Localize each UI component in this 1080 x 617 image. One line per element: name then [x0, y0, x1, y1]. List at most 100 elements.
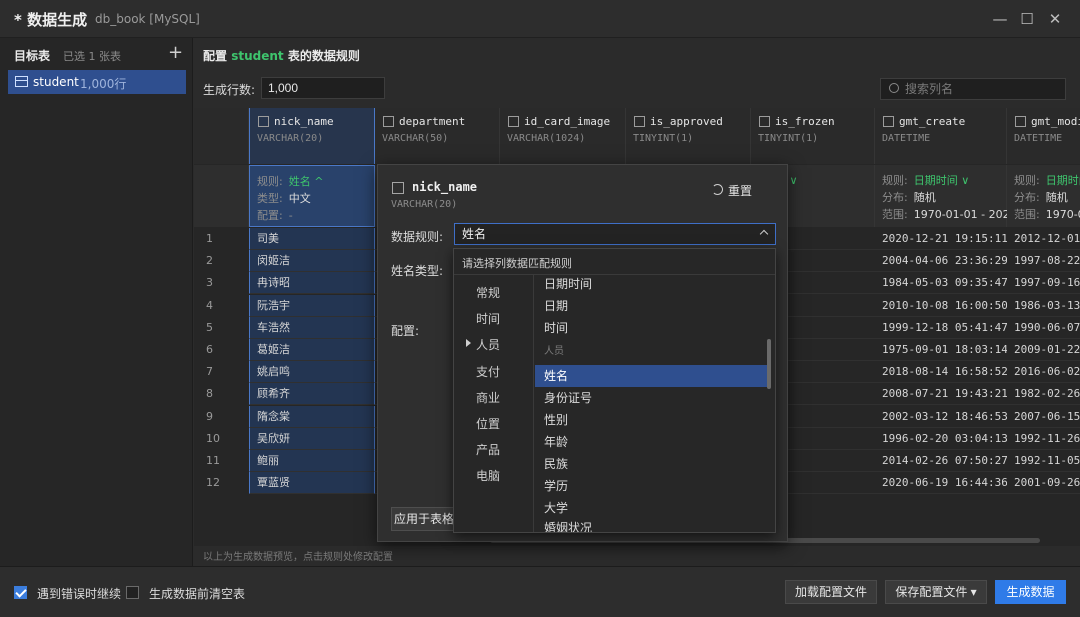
- clear-table-checkbox[interactable]: [126, 586, 139, 599]
- cell-gmt-modi[interactable]: 1992-11-26: [1007, 428, 1080, 450]
- continue-on-error-label: 遇到错误时继续: [37, 587, 122, 601]
- column-header-id-card-image[interactable]: id_card_image VARCHAR(1024): [500, 108, 626, 164]
- target-table-panel: 目标表 已选 1 张表 + student 1,000行: [0, 38, 193, 566]
- cell-gmt-create[interactable]: 1999-12-18 05:41:47: [875, 317, 1007, 339]
- cell-gmt-create[interactable]: 1975-09-01 18:03:14: [875, 339, 1007, 361]
- cell-gmt-modi[interactable]: 2001-09-26: [1007, 472, 1080, 494]
- column-header-nick-name[interactable]: nick_name VARCHAR(20): [249, 108, 375, 164]
- row-number: 1: [206, 232, 213, 245]
- cell-nick-name[interactable]: 姚启鸣: [249, 361, 375, 383]
- rule-option[interactable]: 年龄: [535, 431, 767, 453]
- cell-gmt-create[interactable]: 2020-12-21 19:15:11: [875, 228, 1007, 250]
- apply-to-table-button[interactable]: 应用于表格: [391, 507, 457, 531]
- category-item[interactable]: 产品: [476, 441, 500, 458]
- config-label: 配置:: [391, 324, 420, 338]
- cell-gmt-modi[interactable]: 2012-12-01: [1007, 228, 1080, 250]
- category-item[interactable]: 电脑: [476, 467, 500, 484]
- rule-cell-nick-name[interactable]: 规则: 姓名 ^ 类型: 中文 配置: -: [249, 165, 375, 227]
- rows-input[interactable]: [261, 77, 385, 99]
- cell-gmt-create[interactable]: 2018-08-14 16:58:52: [875, 361, 1007, 383]
- category-item[interactable]: 时间: [476, 310, 500, 327]
- cell-nick-name[interactable]: 吴欣妍: [249, 428, 375, 450]
- cell-nick-name[interactable]: 鲍丽: [249, 450, 375, 472]
- row-number: 12: [206, 476, 220, 489]
- clear-table-label: 生成数据前清空表: [149, 587, 246, 601]
- cell-nick-name[interactable]: 司美: [249, 228, 375, 250]
- cell-gmt-create[interactable]: 2010-10-08 16:00:50: [875, 295, 1007, 317]
- close-icon[interactable]: ✕: [1045, 9, 1065, 29]
- rule-option[interactable]: 日期: [535, 295, 767, 317]
- rule-option[interactable]: 身份证号: [535, 387, 767, 409]
- cell-gmt-modi[interactable]: 1997-08-22: [1007, 250, 1080, 272]
- column-search[interactable]: [880, 78, 1066, 100]
- rule-option[interactable]: 民族: [535, 453, 767, 475]
- cell-gmt-modi[interactable]: 2016-06-02: [1007, 361, 1080, 383]
- rule-option-selected[interactable]: 姓名: [535, 365, 767, 387]
- cell-gmt-create[interactable]: 2020-06-19 16:44:36: [875, 472, 1007, 494]
- dropdown-hint: 请选择列数据匹配规则: [462, 257, 572, 270]
- category-item[interactable]: 位置: [476, 415, 500, 432]
- continue-on-error-checkbox[interactable]: [14, 586, 27, 599]
- rule-option[interactable]: 时间: [535, 317, 767, 339]
- cell-nick-name[interactable]: 隋念棠: [249, 406, 375, 428]
- reset-icon[interactable]: [712, 184, 723, 195]
- cell-gmt-create[interactable]: 2002-03-12 18:46:53: [875, 406, 1007, 428]
- row-number: 2: [206, 254, 213, 267]
- search-input[interactable]: [905, 80, 1061, 98]
- cell-gmt-create[interactable]: 1996-02-20 03:04:13: [875, 428, 1007, 450]
- column-header-is-approved[interactable]: is_approved TINYINT(1): [626, 108, 751, 164]
- config-title: 配置 student 表的数据规则: [203, 49, 360, 63]
- column-header-department[interactable]: department VARCHAR(50): [375, 108, 500, 164]
- rule-option[interactable]: 婚姻状况: [535, 517, 767, 532]
- rownum-rule-cell: [194, 165, 249, 227]
- category-list: 常规 时间 人员 支付 商业 位置 产品 电脑: [454, 275, 534, 532]
- cell-nick-name[interactable]: 阮浩宇: [249, 295, 375, 317]
- minimize-icon[interactable]: —: [990, 9, 1010, 29]
- cell-gmt-modi[interactable]: 1986-03-13: [1007, 295, 1080, 317]
- rule-option[interactable]: 性别: [535, 409, 767, 431]
- category-item[interactable]: 常规: [476, 284, 500, 301]
- rule-select[interactable]: 姓名: [454, 223, 776, 245]
- cell-nick-name[interactable]: 闵姬洁: [249, 250, 375, 272]
- column-header-is-frozen[interactable]: is_frozen TINYINT(1): [751, 108, 875, 164]
- cell-gmt-create[interactable]: 2008-07-21 19:43:21: [875, 383, 1007, 405]
- rule-dropdown: 请选择列数据匹配规则 常规 时间 人员 支付 商业 位置 产品 电脑 日期时间 …: [453, 248, 776, 533]
- column-icon: [392, 182, 404, 194]
- load-config-button[interactable]: 加载配置文件: [785, 580, 877, 604]
- cell-nick-name[interactable]: 覃蓝贤: [249, 472, 375, 494]
- cell-gmt-modi[interactable]: 2007-06-15: [1007, 406, 1080, 428]
- add-table-icon[interactable]: +: [168, 42, 183, 63]
- cell-gmt-create[interactable]: 2004-04-06 23:36:29: [875, 250, 1007, 272]
- rule-option[interactable]: 学历: [535, 475, 767, 497]
- cell-nick-name[interactable]: 冉诗昭: [249, 272, 375, 294]
- save-config-button[interactable]: 保存配置文件 ▾: [885, 580, 987, 604]
- cell-gmt-modi[interactable]: 1992-11-05: [1007, 450, 1080, 472]
- rule-cell-gmt-create[interactable]: 规则: 日期时间 ∨ 分布: 随机 范围: 1970-01-01 - 202...: [875, 165, 1020, 227]
- table-item-student[interactable]: student 1,000行: [8, 70, 186, 94]
- row-number: 5: [206, 321, 213, 334]
- cell-gmt-modi[interactable]: 1990-06-07: [1007, 317, 1080, 339]
- maximize-icon[interactable]: ☐: [1017, 9, 1037, 29]
- reset-button[interactable]: 重置: [728, 182, 752, 199]
- generate-data-button[interactable]: 生成数据: [995, 580, 1066, 604]
- cell-gmt-modi[interactable]: 2009-01-22: [1007, 339, 1080, 361]
- cell-gmt-modi[interactable]: 1982-02-26: [1007, 383, 1080, 405]
- rule-option[interactable]: 日期时间: [535, 273, 767, 295]
- cell-gmt-modi[interactable]: 1997-09-16: [1007, 272, 1080, 294]
- cell-nick-name[interactable]: 顾希齐: [249, 383, 375, 405]
- cell-nick-name[interactable]: 葛姬洁: [249, 339, 375, 361]
- dropdown-scrollbar[interactable]: [767, 339, 771, 389]
- row-number: 4: [206, 299, 213, 312]
- column-header-gmt-modi[interactable]: gmt_modi DATETIME: [1007, 108, 1080, 164]
- category-item[interactable]: 支付: [476, 363, 500, 380]
- cell-nick-name[interactable]: 车浩然: [249, 317, 375, 339]
- rule-cell-gmt-modi[interactable]: 规则:日期时间 分布:随机 范围:1970-0: [1007, 165, 1080, 227]
- rule-option[interactable]: 大学: [535, 497, 767, 519]
- column-icon: [258, 116, 269, 127]
- cell-gmt-create[interactable]: 2014-02-26 07:50:27: [875, 450, 1007, 472]
- column-header-gmt-create[interactable]: gmt_create DATETIME: [875, 108, 1007, 164]
- category-item[interactable]: 商业: [476, 389, 500, 406]
- bottom-bar: 遇到错误时继续 生成数据前清空表 加载配置文件 保存配置文件 ▾ 生成数据: [0, 566, 1080, 617]
- cell-gmt-create[interactable]: 1984-05-03 09:35:47: [875, 272, 1007, 294]
- category-item-selected[interactable]: 人员: [465, 336, 500, 353]
